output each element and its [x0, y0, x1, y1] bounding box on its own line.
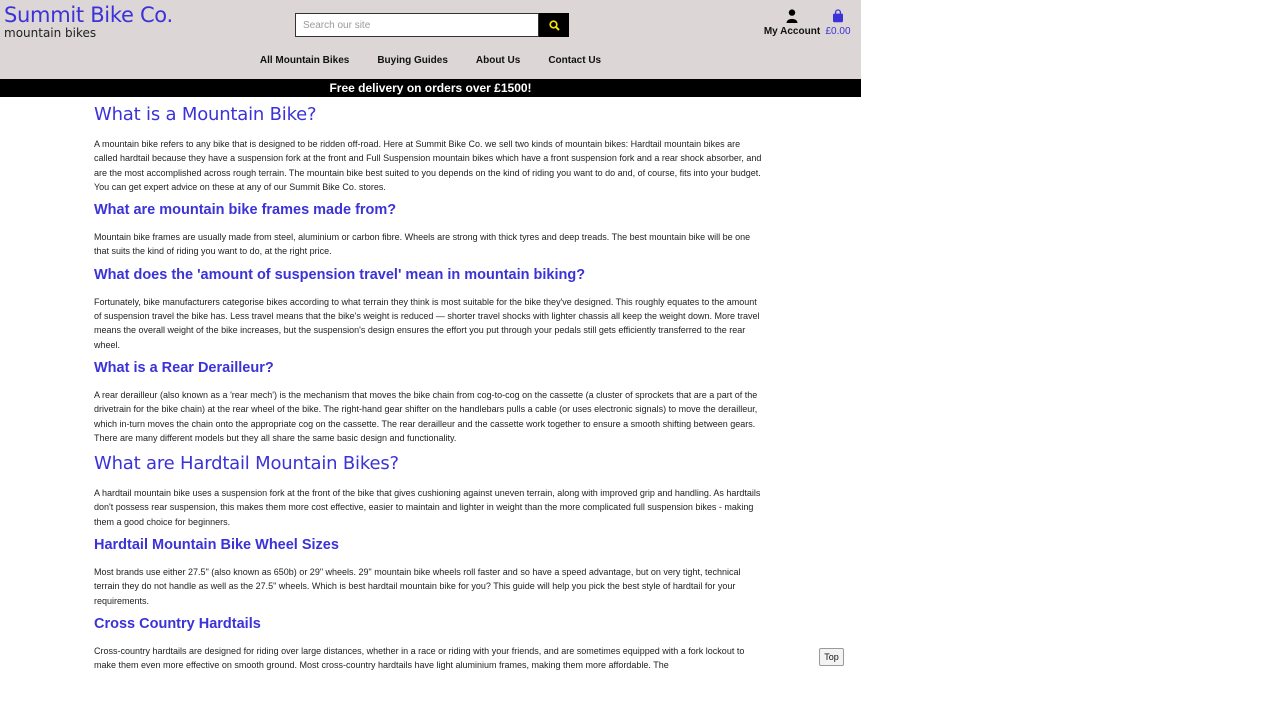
brand-tagline: mountain bikes: [4, 26, 97, 40]
nav-item-buying-guides[interactable]: Buying Guides: [377, 55, 448, 71]
back-to-top-button[interactable]: Top: [819, 648, 844, 666]
main-nav: All Mountain Bikes Buying Guides About U…: [0, 55, 861, 71]
promo-banner: Free delivery on orders over £1500!: [0, 79, 861, 97]
search-button[interactable]: [539, 13, 569, 37]
section-body: Cross-country hardtails are designed for…: [94, 645, 745, 671]
my-account-label: My Account: [763, 26, 821, 37]
section-body: Mountain bike frames are usually made fr…: [94, 232, 751, 257]
section-body: Fortunately, bike manufacturers categori…: [94, 296, 760, 350]
search-input[interactable]: [295, 13, 540, 37]
section-heading: What is a Mountain Bike?: [94, 104, 317, 125]
bag-total: £0.00: [825, 26, 851, 37]
nav-item-about-us[interactable]: About Us: [476, 55, 520, 71]
article-content: What is a Mountain Bike? A mountain bike…: [94, 99, 764, 681]
shopping-bag-link[interactable]: £0.00: [822, 9, 854, 37]
nav-item-all-mountain-bikes[interactable]: All Mountain Bikes: [260, 55, 349, 71]
search-icon: [548, 19, 560, 31]
section-heading: What are Hardtail Mountain Bikes?: [94, 453, 399, 475]
section-heading: What does the 'amount of suspension trav…: [94, 266, 586, 283]
section-heading: What is a Rear Derailleur?: [94, 359, 274, 376]
section-heading: Hardtail Mountain Bike Wheel Sizes: [94, 537, 339, 554]
section-heading: What are mountain bike frames made from?: [94, 202, 397, 219]
section-body: A rear derailleur (also known as a 'rear…: [94, 389, 758, 443]
section-body: A mountain bike refers to any bike that …: [94, 139, 762, 192]
site-page: Summit Bike Co. mountain bikes My Accoun…: [0, 0, 861, 720]
site-header: Summit Bike Co. mountain bikes My Accoun…: [0, 0, 861, 79]
user-icon: [762, 9, 822, 24]
section-heading: Cross Country Hardtails: [94, 615, 261, 632]
search-form: [295, 13, 569, 37]
shopping-bag-icon: [822, 9, 854, 24]
my-account-link[interactable]: My Account: [762, 9, 822, 37]
nav-item-contact-us[interactable]: Contact Us: [548, 55, 601, 71]
brand-name[interactable]: Summit Bike Co.: [4, 3, 173, 27]
section-body: A hardtail mountain bike uses a suspensi…: [94, 488, 761, 527]
section-body: Most brands use either 27.5" (also known…: [94, 567, 741, 606]
